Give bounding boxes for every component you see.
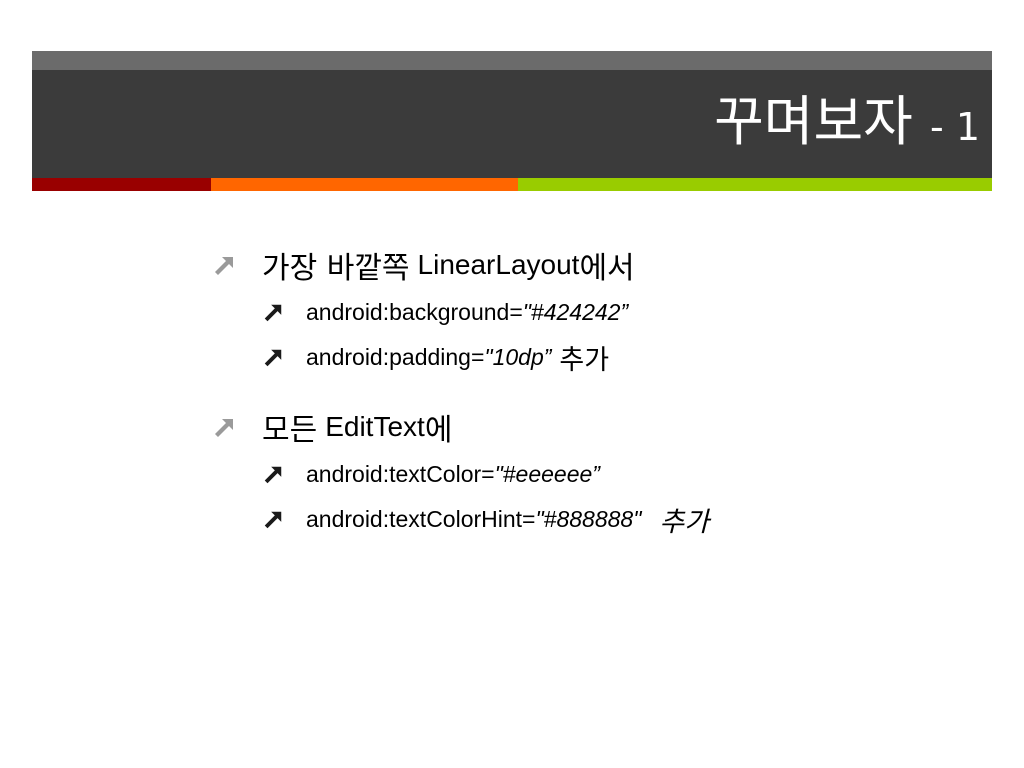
- bullet-level2: android:padding= "10dp” 추가: [212, 335, 972, 380]
- attribute-name: android:padding=: [306, 344, 485, 370]
- attribute-value: "#888888": [535, 506, 642, 532]
- title-top-strip: [32, 51, 992, 70]
- slide-title-suffix: - 1: [930, 105, 980, 149]
- slide-title: 꾸며보자 - 1: [714, 84, 980, 165]
- bullet-text: EditText: [325, 411, 425, 442]
- attribute-name: android:textColorHint=: [306, 506, 536, 532]
- bullet-kr-after: 에: [424, 413, 453, 448]
- accent-segment-red: [32, 178, 211, 191]
- accent-segment-orange: [211, 178, 518, 191]
- slide-content: 가장 바깥쪽 LinearLayout 에서 android:background=…: [212, 240, 972, 542]
- attribute-name: android:textColor=: [306, 461, 495, 487]
- attribute-value: "#eeeeee”: [494, 461, 600, 487]
- arrow-bullet-icon: [262, 302, 284, 324]
- arrow-bullet-icon: [262, 509, 284, 531]
- bullet-kr-before: 모든: [262, 413, 318, 448]
- slide-title-main: 꾸며보자: [714, 90, 913, 153]
- bullet-kr-after: 에서: [579, 251, 635, 286]
- arrow-bullet-icon: [212, 415, 236, 439]
- attribute-suffix: 추가: [659, 507, 710, 538]
- title-bar: 꾸며보자 - 1: [32, 70, 992, 178]
- bullet-level1: 모든 EditText 에: [212, 402, 972, 452]
- arrow-bullet-icon: [262, 347, 284, 369]
- bullet-kr-before: 가장 바깥쪽: [262, 251, 410, 286]
- bullet-level2: android:textColor= "#eeeeee”: [212, 452, 972, 497]
- accent-bar: [32, 178, 992, 191]
- attribute-suffix: 추가: [559, 345, 610, 376]
- bullet-level1: 가장 바깥쪽 LinearLayout 에서: [212, 240, 972, 290]
- slide: 꾸며보자 - 1 가장 바깥쪽 LinearLayout 에서 android:ba…: [0, 0, 1024, 768]
- attribute-value: "10dp”: [484, 344, 552, 370]
- bullet-level2: android:textColorHint= "#888888" 추가: [212, 497, 972, 542]
- attribute-name: android:background=: [306, 299, 523, 325]
- bullet-level2: android:background= "#424242”: [212, 290, 972, 335]
- accent-segment-green: [518, 178, 992, 191]
- arrow-bullet-icon: [262, 464, 284, 486]
- arrow-bullet-icon: [212, 253, 236, 277]
- attribute-value: "#424242”: [522, 299, 629, 325]
- bullet-text: LinearLayout: [417, 249, 580, 280]
